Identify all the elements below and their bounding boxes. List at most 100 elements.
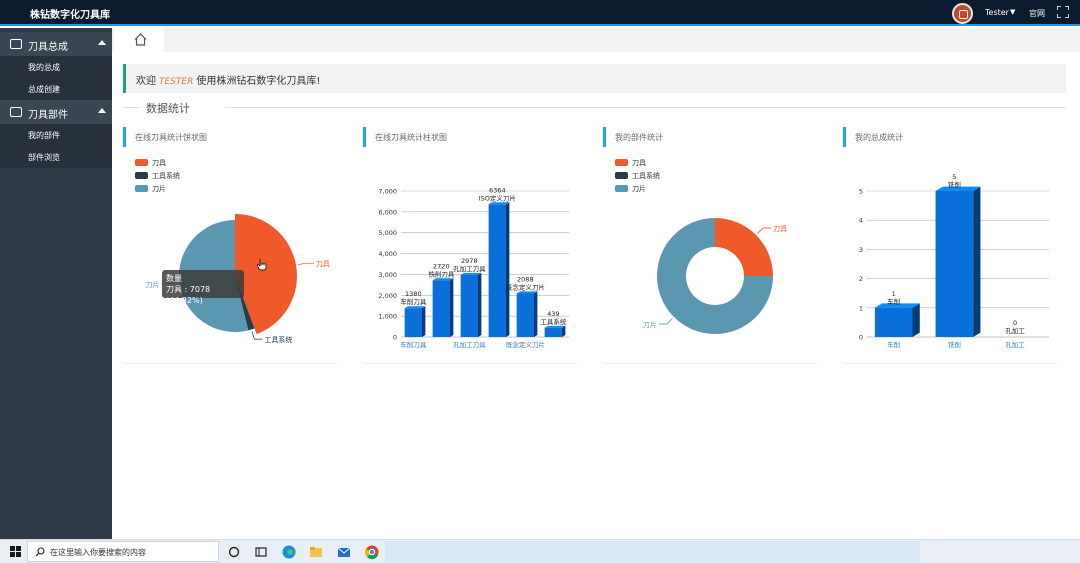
avatar[interactable] (952, 3, 973, 24)
tools-pie-chart: 刀具工具系统刀片刀具工具系统刀片 (135, 159, 330, 344)
legend-swatch (135, 185, 148, 192)
bar (544, 327, 562, 337)
bar-side (422, 306, 426, 337)
y-tick-label: 1,000 (378, 313, 397, 321)
sidebar-item-label: 总成创建 (28, 85, 60, 94)
bar-category-label: 铣削 (948, 180, 961, 189)
y-tick-label: 3 (859, 246, 863, 254)
active-window-tab[interactable] (385, 541, 920, 562)
bar-value-label: 6364 (489, 186, 506, 194)
chart-tooltip: 数量 刀具 : 7078 (44.32%) (162, 270, 244, 305)
x-tick-label: 孔加工刀具 (453, 340, 486, 349)
welcome-suffix: 使用株洲钻石数字化刀具库! (196, 76, 321, 87)
sidebar-item-label: 我的总成 (28, 63, 60, 72)
pie-slice (715, 218, 773, 276)
search-placeholder: 在这里输入你要搜索的内容 (50, 548, 146, 557)
chrome-icon[interactable] (364, 544, 380, 560)
bar-category-label: 孔加工刀具 (453, 264, 486, 273)
bar-top (516, 291, 538, 294)
legend-swatch (615, 159, 628, 166)
legend-label: 刀具 (632, 159, 646, 167)
sidebar-group-assembly[interactable]: 刀具总成 (0, 32, 112, 56)
legend-label: 刀具 (152, 159, 166, 167)
legend-swatch (135, 159, 148, 166)
legend-swatch (135, 172, 148, 179)
y-tick-label: 0 (393, 334, 397, 342)
sidebar-item-create-assembly[interactable]: 总成创建 (0, 78, 112, 100)
slice-label-line (658, 318, 673, 325)
legend-swatch (615, 185, 628, 192)
y-tick-label: 2,000 (378, 292, 397, 300)
bar-side (478, 272, 482, 337)
divider (123, 107, 140, 108)
y-tick-label: 5,000 (378, 229, 397, 237)
sidebar-group-parts[interactable]: 刀具部件 (0, 100, 112, 124)
welcome-banner: 欢迎 TESTER 使用株洲钻石数字化刀具库! (123, 64, 1066, 93)
taskbar-search-input[interactable]: 在这里输入你要搜索的内容 (27, 541, 219, 562)
bar-category-label: 既念定义刀片 (506, 282, 545, 291)
welcome-text: 欢迎 TESTER 使用株洲钻石数字化刀具库! (136, 72, 320, 87)
x-tick-label: 车削刀具 (400, 340, 427, 349)
tab-bar (112, 28, 1080, 52)
bar (874, 307, 913, 337)
book-icon (10, 107, 22, 117)
chevron-up-icon (98, 108, 106, 113)
x-tick-label: 车削 (887, 340, 900, 349)
bar (516, 293, 534, 337)
bar-top (460, 272, 482, 275)
chevron-up-icon (98, 40, 106, 45)
slice-label: 刀具 (773, 225, 787, 233)
legend-label: 刀片 (152, 184, 166, 193)
section-title: 数据统计 (146, 102, 190, 115)
slice-label-line (297, 262, 314, 266)
sidebar-group-label: 刀具总成 (28, 42, 68, 53)
windows-start-icon[interactable] (10, 546, 21, 557)
fullscreen-icon[interactable] (1057, 6, 1069, 18)
divider (225, 107, 1066, 108)
y-tick-label: 1 (859, 304, 863, 312)
bar-value-label: 0 (1013, 319, 1017, 327)
bar-side (534, 291, 538, 337)
chevron-down-icon[interactable]: ▼ (1010, 8, 1015, 16)
y-tick-label: 6,000 (378, 208, 397, 216)
assembly-chart-card: 我的总成统计 0 1 2 3 4 5 1 车削 车削 5 铣削 铣削 0 孔加工 孔加工 (843, 126, 1058, 364)
bar-category-label: 工具系统 (540, 317, 567, 326)
tab-home[interactable] (114, 28, 164, 52)
bar-value-label: 1 (892, 290, 896, 298)
cortana-icon[interactable] (226, 544, 242, 560)
top-bar: 株钻数字化刀具库 Tester ▼ 官网 (0, 0, 1080, 26)
bar (460, 274, 478, 337)
sidebar: 刀具总成 我的总成 总成创建 刀具部件 我的部件 部件浏览 (0, 28, 112, 539)
mail-icon[interactable] (336, 544, 352, 560)
edge-browser-icon[interactable] (281, 544, 297, 560)
x-tick-label: 孔加工 (1005, 340, 1025, 349)
slice-label: 刀具 (316, 260, 330, 268)
bar-value-label: 2088 (517, 275, 534, 283)
sidebar-item-my-parts[interactable]: 我的部件 (0, 124, 112, 146)
taskbar: 在这里输入你要搜索的内容 (0, 539, 1080, 563)
y-tick-label: 0 (859, 334, 863, 342)
bar-value-label: 439 (547, 310, 559, 318)
x-tick-label: 铣削 (948, 340, 961, 349)
sidebar-item-browse-parts[interactable]: 部件浏览 (0, 146, 112, 168)
file-explorer-icon[interactable] (308, 544, 324, 560)
sidebar-item-label: 部件浏览 (28, 153, 60, 162)
bar-top (404, 306, 426, 309)
bar (432, 280, 450, 337)
sidebar-item-label: 我的部件 (28, 131, 60, 140)
bar-side (912, 303, 920, 337)
legend-label: 工具系统 (152, 171, 180, 180)
sidebar-item-my-assembly[interactable]: 我的总成 (0, 56, 112, 78)
user-menu[interactable]: Tester (985, 8, 1009, 17)
home-icon (134, 33, 147, 46)
task-view-icon[interactable] (253, 544, 269, 560)
sidebar-group-label: 刀具部件 (28, 110, 68, 121)
bar-category-label: 车削刀具 (400, 297, 427, 306)
official-site-link[interactable]: 官网 (1029, 8, 1045, 19)
bar (488, 204, 506, 337)
welcome-prefix: 欢迎 (136, 76, 156, 87)
bar-side (973, 186, 981, 337)
legend-swatch (615, 172, 628, 179)
y-tick-label: 2 (859, 275, 863, 283)
bar-value-label: 2720 (433, 262, 450, 270)
